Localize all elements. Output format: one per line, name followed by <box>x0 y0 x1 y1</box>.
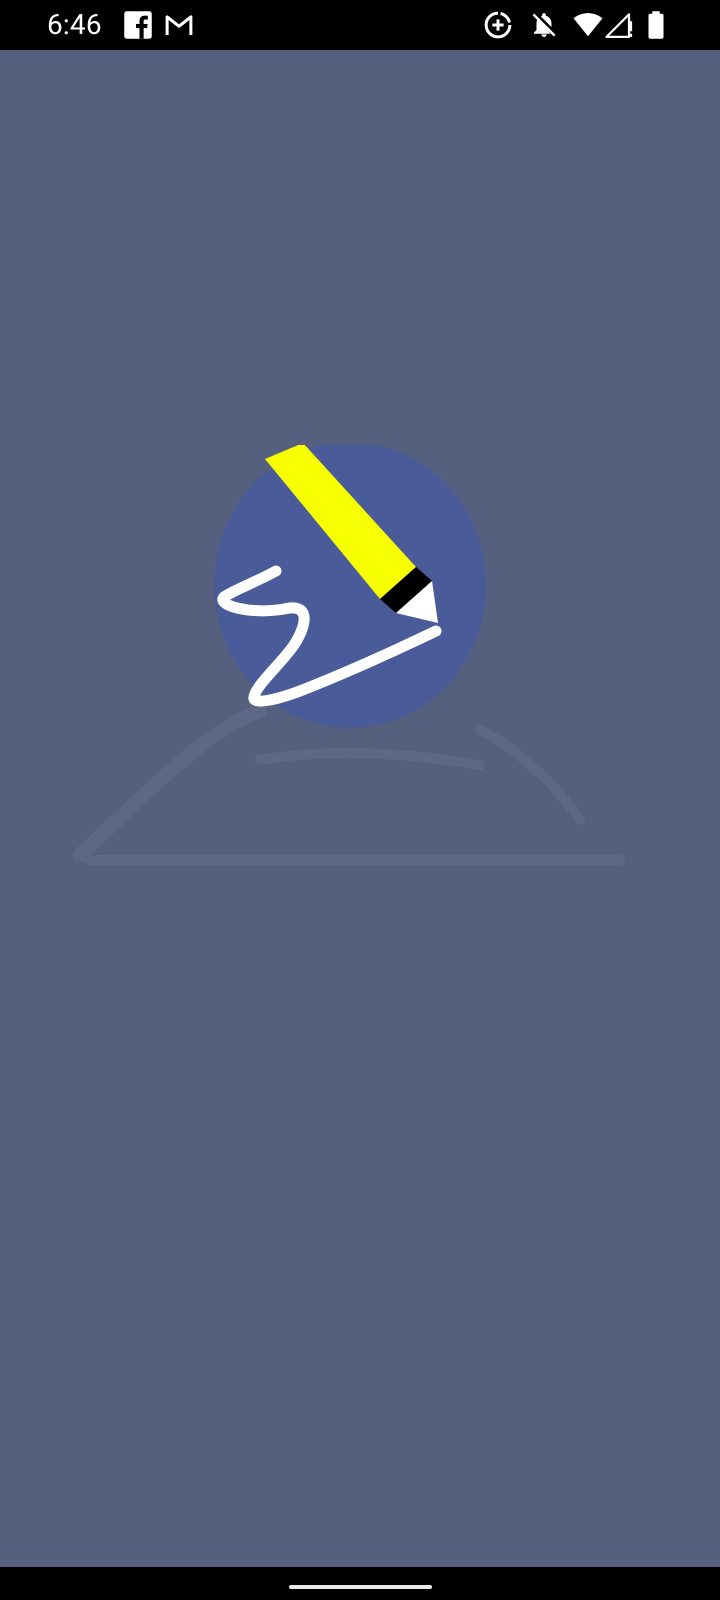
facebook-icon <box>124 11 152 39</box>
cell-signal-icon <box>605 13 633 38</box>
notifications-off-icon <box>532 13 556 37</box>
pen-scribble-logo-icon <box>214 445 486 728</box>
battery-icon <box>648 11 664 39</box>
status-time: 6:46 <box>47 8 102 41</box>
data-saver-icon <box>484 11 512 39</box>
gmail-icon <box>165 15 193 35</box>
status-bar: 6:46 <box>0 0 720 50</box>
wifi-icon <box>573 13 603 37</box>
splash-screen <box>0 50 720 1567</box>
app-screen: 6:46 <box>0 0 720 1600</box>
home-gesture-handle[interactable] <box>289 1585 432 1589</box>
navigation-bar <box>0 1567 720 1600</box>
